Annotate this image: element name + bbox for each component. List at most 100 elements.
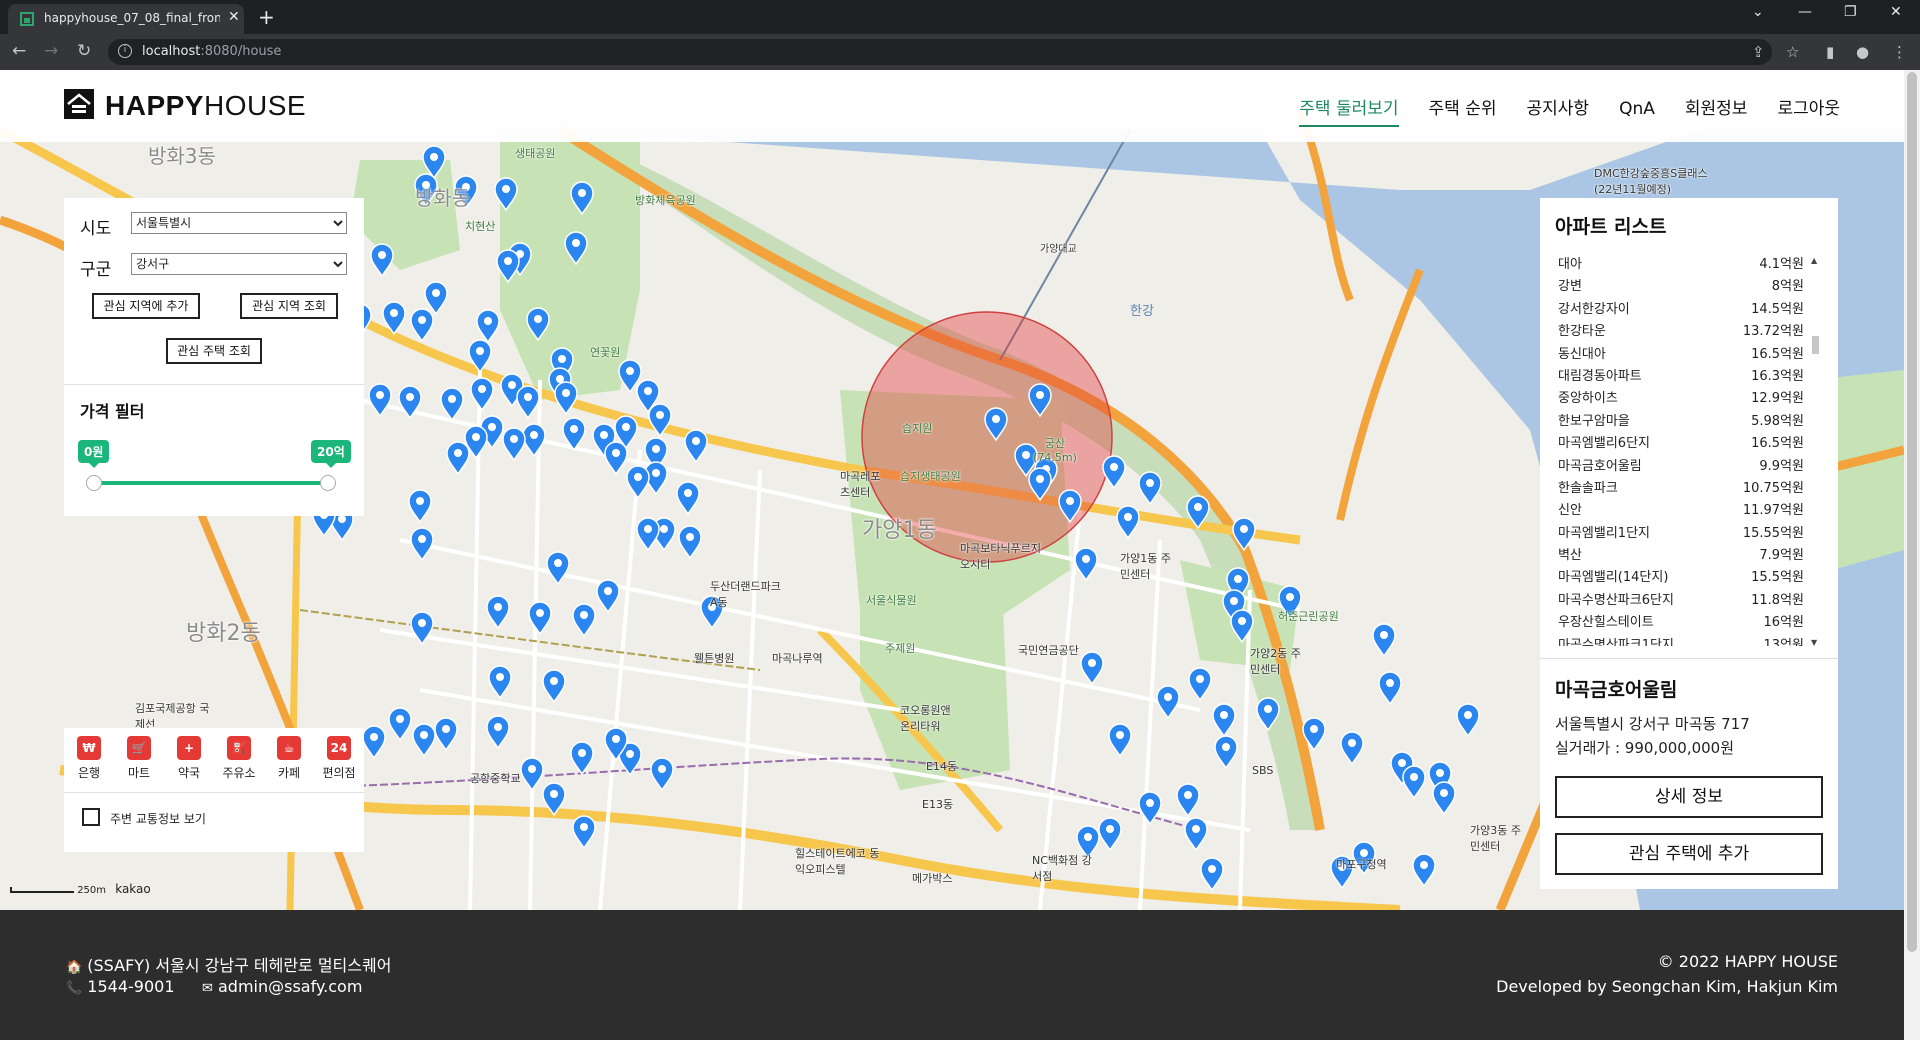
apartment-list-item[interactable]: 마곡수명산파크1단지 13억원 xyxy=(1558,631,1804,646)
gugun-select[interactable]: 강서구 xyxy=(131,253,347,275)
apartment-marker-icon[interactable] xyxy=(626,465,650,500)
apartment-marker-icon[interactable] xyxy=(388,707,412,742)
minimize-icon[interactable]: — xyxy=(1798,4,1812,20)
apartment-marker-icon[interactable] xyxy=(542,669,566,704)
page-scrollbar[interactable] xyxy=(1904,70,1920,1040)
footer-email[interactable]: admin@ssafy.com xyxy=(218,977,362,996)
min-price-handle[interactable] xyxy=(86,475,102,491)
apartment-marker-icon[interactable] xyxy=(570,741,594,776)
apartment-marker-icon[interactable] xyxy=(476,309,500,344)
menu-icon[interactable]: ⋮ xyxy=(1892,43,1907,61)
apartment-marker-icon[interactable] xyxy=(486,715,510,750)
detail-info-button[interactable]: 상세 정보 xyxy=(1555,776,1823,818)
bookmark-star-icon[interactable]: ☆ xyxy=(1786,43,1799,61)
apartment-list-item[interactable]: 대림경동아파트 16.3억원 xyxy=(1558,362,1804,384)
apartment-marker-icon[interactable] xyxy=(1156,685,1180,720)
apartment-marker-icon[interactable] xyxy=(1138,471,1162,506)
view-interest-house-button[interactable]: 관심 주택 조회 xyxy=(166,338,262,364)
scroll-down-icon[interactable]: ▼ xyxy=(1811,638,1817,647)
apartment-list-item[interactable]: 벽산 7.9억원 xyxy=(1558,541,1804,563)
apartment-marker-icon[interactable] xyxy=(446,441,470,476)
nav-house-browse[interactable]: 주택 둘러보기 xyxy=(1299,94,1399,127)
category-mart[interactable]: 🛒 마트 xyxy=(114,736,164,781)
apartment-marker-icon[interactable] xyxy=(1188,667,1212,702)
apartment-marker-icon[interactable] xyxy=(368,383,392,418)
add-interest-region-button[interactable]: 관심 지역에 추가 xyxy=(92,293,200,319)
apartment-marker-icon[interactable] xyxy=(636,517,660,552)
apartment-marker-icon[interactable] xyxy=(1372,623,1396,658)
apartment-marker-icon[interactable] xyxy=(470,377,494,412)
apartment-marker-icon[interactable] xyxy=(434,717,458,752)
close-tab-icon[interactable]: ✕ xyxy=(228,9,240,25)
apartment-list-item[interactable]: 강서한강자이 14.5억원 xyxy=(1558,295,1804,317)
apartment-marker-icon[interactable] xyxy=(1340,731,1364,766)
price-slider-track[interactable] xyxy=(94,481,327,485)
new-tab-icon[interactable]: + xyxy=(258,5,275,29)
apartment-marker-icon[interactable] xyxy=(1184,817,1208,852)
reload-icon[interactable]: ↻ xyxy=(77,42,91,60)
apartment-marker-icon[interactable] xyxy=(410,308,434,343)
nav-member-info[interactable]: 회원정보 xyxy=(1685,94,1748,125)
side-panel-icon[interactable]: ▮ xyxy=(1826,43,1834,61)
site-info-icon[interactable]: i xyxy=(118,44,132,58)
category-bank[interactable]: ₩ 은행 xyxy=(64,736,114,781)
apartment-marker-icon[interactable] xyxy=(596,579,620,614)
apartment-marker-icon[interactable] xyxy=(1102,455,1126,490)
nav-qna[interactable]: QnA xyxy=(1619,99,1655,125)
apartment-list-item[interactable]: 마곡금호어울림 9.9억원 xyxy=(1558,452,1804,474)
apartment-marker-icon[interactable] xyxy=(1214,735,1238,770)
apartment-marker-icon[interactable] xyxy=(424,281,448,316)
apartment-marker-icon[interactable] xyxy=(572,603,596,638)
apartment-marker-icon[interactable] xyxy=(520,757,544,792)
traffic-info-checkbox[interactable] xyxy=(82,808,100,826)
apartment-list-item[interactable]: 한솔솔파크 10.75억원 xyxy=(1558,474,1804,496)
scroll-up-icon[interactable]: ▲ xyxy=(1811,256,1817,265)
browser-tab[interactable]: happyhouse_07_08_final_frontend ✕ xyxy=(8,4,244,34)
apartment-marker-icon[interactable] xyxy=(410,527,434,562)
apartment-list-item[interactable]: 신안 11.97억원 xyxy=(1558,496,1804,518)
nav-notice[interactable]: 공지사항 xyxy=(1527,94,1590,125)
forward-icon[interactable]: → xyxy=(44,42,58,60)
apartment-marker-icon[interactable] xyxy=(572,815,596,850)
apartment-marker-icon[interactable] xyxy=(676,481,700,516)
apartment-marker-icon[interactable] xyxy=(1080,651,1104,686)
apartment-marker-icon[interactable] xyxy=(1116,505,1140,540)
sido-select[interactable]: 서울특별시 xyxy=(131,212,347,234)
scroll-thumb[interactable] xyxy=(1812,336,1819,354)
view-interest-region-button[interactable]: 관심 지역 조회 xyxy=(240,293,338,319)
apartment-list-item[interactable]: 한보구암마을 5.98억원 xyxy=(1558,407,1804,429)
apartment-marker-icon[interactable] xyxy=(1432,781,1456,816)
apartment-marker-icon[interactable] xyxy=(678,525,702,560)
profile-icon[interactable]: ● xyxy=(1856,43,1869,61)
apartment-marker-icon[interactable] xyxy=(522,423,546,458)
apartment-marker-icon[interactable] xyxy=(546,551,570,586)
category-cafe[interactable]: ☕ 카페 xyxy=(264,736,314,781)
tab-search-icon[interactable]: ⌄ xyxy=(1752,4,1764,20)
apartment-marker-icon[interactable] xyxy=(1378,671,1402,706)
max-price-handle[interactable] xyxy=(320,475,336,491)
back-icon[interactable]: ← xyxy=(12,42,26,60)
apartment-marker-icon[interactable] xyxy=(362,725,386,760)
apartment-marker-icon[interactable] xyxy=(408,489,432,524)
apartment-marker-icon[interactable] xyxy=(1176,783,1200,818)
nav-house-ranking[interactable]: 주택 순위 xyxy=(1429,94,1497,125)
apartment-marker-icon[interactable] xyxy=(650,757,674,792)
apartment-marker-icon[interactable] xyxy=(1412,853,1436,888)
apartment-marker-icon[interactable] xyxy=(1200,857,1224,892)
apartment-marker-icon[interactable] xyxy=(412,723,436,758)
apartment-marker-icon[interactable] xyxy=(604,441,628,476)
restore-icon[interactable]: ❐ xyxy=(1844,4,1857,20)
apartment-list-item[interactable]: 우장산힐스테이트 16억원 xyxy=(1558,608,1804,630)
apartment-list-item[interactable]: 마곡수명산파크6단지 11.8억원 xyxy=(1558,586,1804,608)
category-pharmacy[interactable]: + 약국 xyxy=(164,736,214,781)
apartment-marker-icon[interactable] xyxy=(1456,703,1480,738)
apartment-marker-icon[interactable] xyxy=(528,601,552,636)
apartment-list-item[interactable]: 동신대아 16.5억원 xyxy=(1558,340,1804,362)
close-window-icon[interactable]: ✕ xyxy=(1890,4,1902,20)
apartment-list-scrollbar[interactable]: ▲ ▼ xyxy=(1810,256,1820,648)
apartment-marker-icon[interactable] xyxy=(440,387,464,422)
category-gas-station[interactable]: ⛽ 주유소 xyxy=(214,736,264,781)
apartment-marker-icon[interactable] xyxy=(370,243,394,278)
apartment-marker-icon[interactable] xyxy=(502,427,526,462)
apartment-marker-icon[interactable] xyxy=(1074,547,1098,582)
